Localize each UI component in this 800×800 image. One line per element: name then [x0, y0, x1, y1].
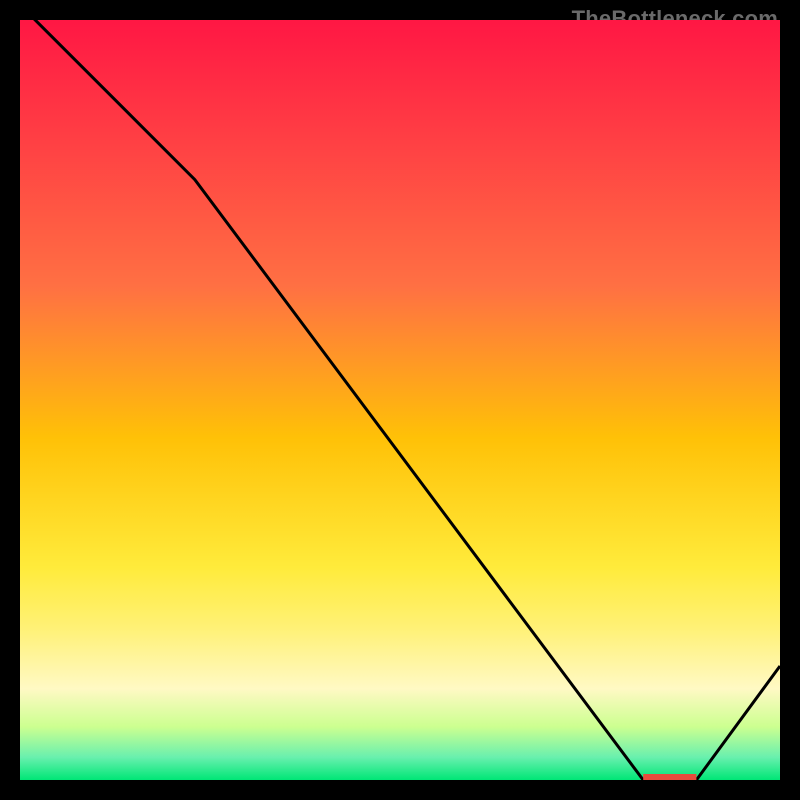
chart-wrap: TheBottleneck.com [0, 0, 800, 800]
bottom-marker [643, 774, 696, 780]
gradient-fill [20, 20, 780, 780]
chart-svg [20, 20, 780, 780]
